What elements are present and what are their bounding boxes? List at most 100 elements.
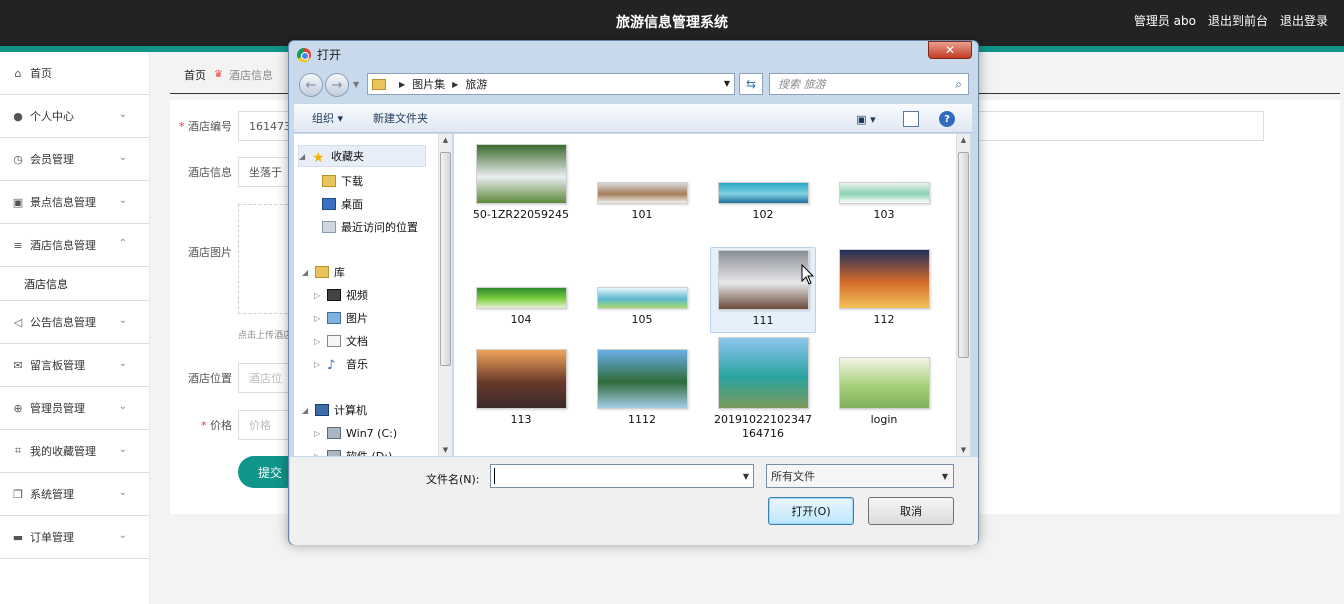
image-thumbnail <box>717 250 809 310</box>
file-type-value: 所有文件 <box>771 470 815 483</box>
forward-arrow-icon[interactable]: → <box>325 73 349 97</box>
file-item[interactable]: 112 <box>833 249 935 327</box>
file-item[interactable]: 113 <box>470 349 572 427</box>
files-scrollbar[interactable]: ▲ ▼ <box>956 134 970 456</box>
back-arrow-icon[interactable]: ← <box>299 73 323 97</box>
cancel-button[interactable]: 取消 <box>868 497 954 525</box>
sidebar-item-members[interactable]: ◷ 会员管理 ⌄ <box>0 138 149 181</box>
close-button[interactable]: ✕ <box>928 41 972 59</box>
sidebar-item-label: 会员管理 <box>30 153 74 166</box>
path-segment-travel[interactable]: 旅游 <box>465 76 487 92</box>
tree-item-downloads[interactable]: 下载 <box>322 171 363 191</box>
sidebar-item-home[interactable]: ⌂ 首页 <box>0 52 149 95</box>
file-name: 101 <box>631 208 653 221</box>
sidebar-item-profile[interactable]: ● 个人中心 ⌄ <box>0 95 149 138</box>
tree-item-favorites[interactable]: ◢ ★ 收藏夹 <box>298 145 426 167</box>
file-type-select[interactable]: 所有文件 ▼ <box>766 464 954 488</box>
sidebar-item-orders[interactable]: ▬ 订单管理 ⌄ <box>0 516 149 559</box>
tree-item-drive-d[interactable]: ▷ 软件 (D:) <box>314 446 392 456</box>
navigation-pane: ◢ ★ 收藏夹 下载 桌面 最近访问的位置 ◢ 库 ▷ 视频 ▷ 图片 ▷ 文档… <box>294 134 440 456</box>
file-name: 111 <box>752 314 774 327</box>
sidebar-item-attractions[interactable]: ▣ 景点信息管理 ⌄ <box>0 181 149 224</box>
sidebar-item-label: 公告信息管理 <box>30 316 96 329</box>
sidebar-subitem-hotel-info[interactable]: 酒店信息 <box>0 267 149 301</box>
preview-pane-icon[interactable] <box>903 111 919 127</box>
chevron-down-icon: ▼ <box>941 472 948 481</box>
chevron-right-icon: ▶ <box>452 79 459 89</box>
tree-item-music[interactable]: ▷ ♪ 音乐 <box>314 354 368 374</box>
download-folder-icon <box>322 175 336 187</box>
file-item[interactable]: 50-1ZR22059245 <box>470 144 572 222</box>
hotel-no-label: 酒店编号 <box>188 120 232 133</box>
scroll-down-icon[interactable]: ▼ <box>439 446 452 454</box>
search-icon[interactable]: ⌕ <box>955 77 962 92</box>
organize-button[interactable]: 组织 ▾ <box>312 110 343 126</box>
admin-user-label[interactable]: 管理员 abo <box>1134 12 1196 29</box>
filename-input[interactable]: ▼ <box>490 464 754 488</box>
chevron-down-icon[interactable]: ▼ <box>743 472 749 481</box>
tree-item-libraries[interactable]: ◢ 库 <box>302 262 345 282</box>
tree-item-videos[interactable]: ▷ 视频 <box>314 285 368 305</box>
address-bar[interactable]: ▶ 图片集 ▶ 旅游 ▼ <box>367 73 735 95</box>
price-label: 价格 <box>210 419 232 432</box>
scroll-up-icon[interactable]: ▲ <box>957 136 970 144</box>
file-item[interactable]: 104 <box>470 287 572 327</box>
hotel-img-label: 酒店图片 <box>188 246 232 259</box>
search-input[interactable]: 搜索 旅游 ⌕ <box>769 73 969 95</box>
file-item[interactable]: 1112 <box>591 349 693 427</box>
tree-item-desktop[interactable]: 桌面 <box>322 194 363 214</box>
file-item[interactable]: 20191022102347164716 <box>712 337 814 441</box>
file-item[interactable]: 105 <box>591 287 693 327</box>
image-thumbnail <box>838 182 930 204</box>
crop-icon: ⌗ <box>14 444 22 457</box>
view-options-icon[interactable]: ▣ ▾ <box>851 111 881 127</box>
sidebar-item-notices[interactable]: ◁ 公告信息管理 ⌄ <box>0 301 149 344</box>
sidebar-item-admins[interactable]: ⊕ 管理员管理 ⌄ <box>0 387 149 430</box>
tree-item-pictures[interactable]: ▷ 图片 <box>314 308 368 328</box>
scroll-up-icon[interactable]: ▲ <box>439 136 452 144</box>
mouse-pointer-icon <box>801 264 815 285</box>
path-segment-pictures[interactable]: 图片集 <box>412 76 445 92</box>
file-item[interactable]: 101 <box>591 182 693 222</box>
breadcrumb-home[interactable]: 首页 <box>184 67 206 83</box>
collapse-arrow-icon: ▷ <box>314 451 321 457</box>
tree-scrollbar[interactable]: ▲ ▼ <box>438 134 452 456</box>
video-icon <box>327 289 341 301</box>
file-item[interactable]: login <box>833 357 935 427</box>
scroll-down-icon[interactable]: ▼ <box>957 446 970 454</box>
file-item[interactable]: 103 <box>833 182 935 222</box>
text-caret <box>494 468 495 484</box>
open-button[interactable]: 打开(O) <box>768 497 854 525</box>
file-name: login <box>870 413 898 426</box>
file-item-selected[interactable]: 111 <box>710 247 816 333</box>
clock-icon: ◷ <box>13 152 23 166</box>
image-thumbnail <box>596 182 688 204</box>
logout-link[interactable]: 退出登录 <box>1280 12 1328 29</box>
sidebar-item-system[interactable]: ❐ 系统管理 ⌄ <box>0 473 149 516</box>
sidebar-item-hotels[interactable]: ≡ 酒店信息管理 ⌃ <box>0 224 149 267</box>
back-to-front-link[interactable]: 退出到前台 <box>1208 12 1268 29</box>
tree-item-computer[interactable]: ◢ 计算机 <box>302 400 367 420</box>
help-icon[interactable]: ? <box>939 111 955 127</box>
tree-item-drive-c[interactable]: ▷ Win7 (C:) <box>314 423 397 443</box>
header-links: 管理员 abo 退出到前台 退出登录 <box>1134 12 1328 29</box>
file-name: 113 <box>510 413 532 426</box>
sidebar-item-favorites[interactable]: ⌗ 我的收藏管理 ⌄ <box>0 430 149 473</box>
chevron-down-icon[interactable]: ▼ <box>724 79 730 88</box>
scroll-thumb[interactable] <box>958 152 969 358</box>
history-dropdown-icon[interactable]: ▼ <box>353 80 359 89</box>
collapse-arrow-icon: ▷ <box>314 428 321 438</box>
sidebar-item-messages[interactable]: ✉ 留言板管理 ⌄ <box>0 344 149 387</box>
new-folder-button[interactable]: 新建文件夹 <box>373 110 428 126</box>
refresh-icon[interactable]: ⇆ <box>739 73 763 95</box>
tree-item-recent[interactable]: 最近访问的位置 <box>322 217 418 237</box>
scroll-thumb[interactable] <box>440 152 451 366</box>
file-item[interactable]: 102 <box>712 182 814 222</box>
tree-label: Win7 (C:) <box>346 426 398 440</box>
chevron-down-icon: ⌄ <box>118 401 127 412</box>
expand-arrow-icon: ◢ <box>302 405 309 415</box>
filename-label: 文件名(N): <box>426 473 480 486</box>
tree-item-documents[interactable]: ▷ 文档 <box>314 331 368 351</box>
tree-label: 视频 <box>346 289 368 302</box>
sidebar-item-label: 我的收藏管理 <box>30 445 96 458</box>
